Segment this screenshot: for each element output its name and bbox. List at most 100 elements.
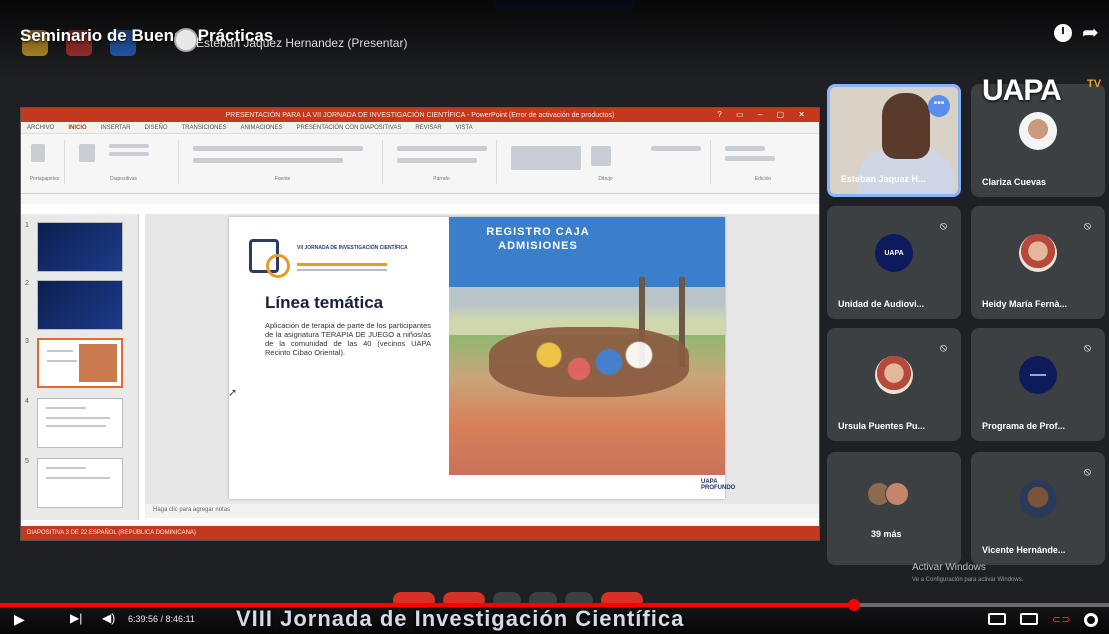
slide-event-title: VII JORNADA DE INVESTIGACIÓN CIENTÍFICA bbox=[297, 245, 408, 251]
ppt-statusbar: DIAPOSITIVA 3 DE 22 ESPAÑOL (REPÚBLICA D… bbox=[21, 526, 819, 540]
thumb-number: 4 bbox=[25, 398, 29, 405]
ribbon-group-label: Edición bbox=[754, 176, 772, 182]
chapter-title[interactable]: VIII Jornada de Investigación Científica bbox=[236, 606, 684, 632]
slide-thumbnail[interactable] bbox=[37, 398, 123, 448]
ppt-tab[interactable]: PRESENTACIÓN CON DIAPOSITIVAS bbox=[297, 125, 402, 131]
uapa-logo: UAPA bbox=[982, 74, 1062, 107]
ppt-tab[interactable]: ANIMACIONES bbox=[241, 125, 283, 131]
ribbon-group: Edición bbox=[715, 140, 811, 184]
participant-tile-more[interactable]: 39 más bbox=[827, 452, 961, 565]
participant-tile[interactable]: ⦸ Heidy María Fernà... bbox=[971, 206, 1105, 319]
ppt-ribbon: Portapapeles Diapositivas Fuente Párrafo bbox=[21, 134, 819, 194]
current-slide[interactable]: VII JORNADA DE INVESTIGACIÓN CIENTÍFICA … bbox=[229, 217, 735, 499]
participant-name: Clariza Cuevas bbox=[982, 177, 1047, 187]
gear-icon[interactable] bbox=[1084, 613, 1099, 627]
participant-tile[interactable]: ⦸ UAPA Unidad de Audiovi... bbox=[827, 206, 961, 319]
mouse-cursor-icon: ➚ bbox=[228, 387, 238, 399]
avatar bbox=[1019, 234, 1057, 273]
avatar bbox=[885, 482, 909, 506]
slide-body: Aplicación de terapia de parte de los pa… bbox=[265, 321, 431, 357]
slide-thumbnail-selected[interactable] bbox=[37, 338, 123, 388]
progress-knob[interactable] bbox=[847, 599, 860, 611]
mic-off-icon: ⦸ bbox=[1083, 220, 1091, 232]
slide-thumbnail[interactable] bbox=[37, 458, 123, 508]
ppt-tab[interactable]: TRANSICIONES bbox=[182, 125, 227, 131]
slide-heading: Línea temática bbox=[265, 293, 384, 312]
player-right-controls: ⊂⊃ bbox=[988, 613, 1099, 627]
activate-windows-sub: Ve a Configuración para activar Windows. bbox=[912, 577, 1024, 583]
ppt-tab[interactable]: VISTA bbox=[456, 125, 473, 131]
avatar bbox=[1019, 356, 1057, 395]
activate-windows-title: Activar Windows bbox=[912, 562, 986, 573]
window-controls-icon[interactable]: ? ▭ – ▢ ✕ bbox=[717, 110, 811, 119]
ribbon-group: Fuente bbox=[183, 140, 383, 184]
slide-thumbnail[interactable] bbox=[37, 222, 123, 272]
uapa-tv-label: TV bbox=[1087, 78, 1102, 90]
ppt-tab[interactable]: DISEÑO bbox=[144, 125, 167, 131]
presenting-label: Esteban Jaquez Hernandez (Presentar) bbox=[196, 36, 408, 50]
thumb-number: 1 bbox=[25, 222, 29, 229]
participant-name: Ursula Puentes Pu... bbox=[838, 421, 926, 431]
more-avatars bbox=[867, 482, 909, 506]
ribbon-group-label: Fuente bbox=[274, 176, 291, 182]
ppt-tab[interactable]: ARCHIVO bbox=[27, 125, 54, 131]
shared-screen: PRESENTACIÓN PARA LA VII JORNADA DE INVE… bbox=[20, 107, 820, 541]
participant-tile[interactable]: ⦸ Vicente Hernánde... bbox=[971, 452, 1105, 565]
jornada-logo-icon bbox=[249, 239, 290, 278]
avatar bbox=[1019, 112, 1057, 151]
slide-thumbnail[interactable] bbox=[37, 280, 123, 330]
participant-tile[interactable]: ⦸ Ursula Puentes Pu... bbox=[827, 328, 961, 441]
slide-subline bbox=[297, 269, 387, 271]
ribbon-group-label: Párrafo bbox=[433, 176, 450, 182]
subtitles-icon[interactable] bbox=[1020, 613, 1038, 625]
mic-off-icon: ⦸ bbox=[1083, 342, 1091, 354]
next-icon[interactable]: ▶| bbox=[70, 611, 82, 625]
avatar: UAPA bbox=[875, 234, 913, 273]
ppt-tabs: ARCHIVO INICIO INSERTAR DISEÑO TRANSICIO… bbox=[21, 122, 819, 134]
thumb-number: 3 bbox=[25, 338, 29, 345]
volume-icon[interactable]: ◀) bbox=[102, 611, 115, 625]
mic-off-icon: ⦸ bbox=[939, 220, 947, 232]
ribbon-group: Dibujo bbox=[501, 140, 711, 184]
slide-workarea: VII JORNADA DE INVESTIGACIÓN CIENTÍFICA … bbox=[145, 214, 819, 504]
mic-off-icon: ⦸ bbox=[939, 342, 947, 354]
watch-later-icon[interactable] bbox=[1054, 24, 1072, 42]
participant-tile-self[interactable]: ••• Esteban Jaquez H... bbox=[827, 84, 961, 197]
mic-off-icon: ⦸ bbox=[1083, 466, 1091, 478]
video-player[interactable]: Seminario de Buenas Prácticas Esteban Ja… bbox=[0, 0, 1109, 634]
slide-thumbnails: 1 2 3 4 5 bbox=[21, 214, 139, 520]
ribbon-group: Párrafo bbox=[387, 140, 497, 184]
more-options-icon[interactable]: ••• bbox=[928, 95, 950, 117]
thumb-number: 2 bbox=[25, 280, 29, 287]
participant-name: Vicente Hernánde... bbox=[982, 545, 1066, 555]
channel-logo[interactable] bbox=[174, 28, 198, 52]
ribbon-group-label: Dibujo bbox=[598, 176, 613, 182]
participant-name: Programa de Prof... bbox=[982, 421, 1066, 431]
participant-face bbox=[882, 93, 930, 159]
avatar bbox=[875, 356, 913, 395]
ppt-titlebar: PRESENTACIÓN PARA LA VII JORNADA DE INVE… bbox=[21, 108, 819, 122]
thumb-number: 5 bbox=[25, 458, 29, 465]
share-icon[interactable]: ➦ bbox=[1082, 20, 1099, 45]
play-icon[interactable]: ▶ bbox=[14, 611, 25, 628]
slide-accent-bar bbox=[297, 263, 387, 266]
ribbon-group: Portapapeles bbox=[25, 140, 65, 184]
ribbon-group-label: Portapapeles bbox=[29, 176, 60, 182]
autoplay-icon[interactable]: ⊂⊃ bbox=[1052, 613, 1070, 627]
participant-tile[interactable]: ⦸ Programa de Prof... bbox=[971, 328, 1105, 441]
captions-icon[interactable] bbox=[988, 613, 1006, 625]
ppt-tab[interactable]: INSERTAR bbox=[101, 125, 131, 131]
quick-access-toolbar[interactable] bbox=[21, 194, 819, 204]
more-participants-label: 39 más bbox=[871, 529, 902, 539]
slide-photo: REGISTRO CAJA ADMISIONES bbox=[449, 217, 725, 475]
ppt-tab[interactable]: INICIO bbox=[68, 125, 86, 131]
photo-sign-text: REGISTRO CAJA ADMISIONES bbox=[486, 226, 590, 252]
ppt-tab[interactable]: REVISAR bbox=[415, 125, 441, 131]
notes-pane[interactable]: Haga clic para agregar notas bbox=[145, 504, 819, 518]
participant-name: Heidy María Fernà... bbox=[982, 299, 1068, 309]
avatar bbox=[1019, 480, 1057, 519]
slide-footer: UAPA PROFUNDO bbox=[701, 479, 736, 491]
ribbon-group-label: Diapositivas bbox=[110, 176, 137, 182]
ribbon-group: Diapositivas bbox=[69, 140, 179, 184]
participant-name: Esteban Jaquez H... bbox=[841, 174, 926, 184]
